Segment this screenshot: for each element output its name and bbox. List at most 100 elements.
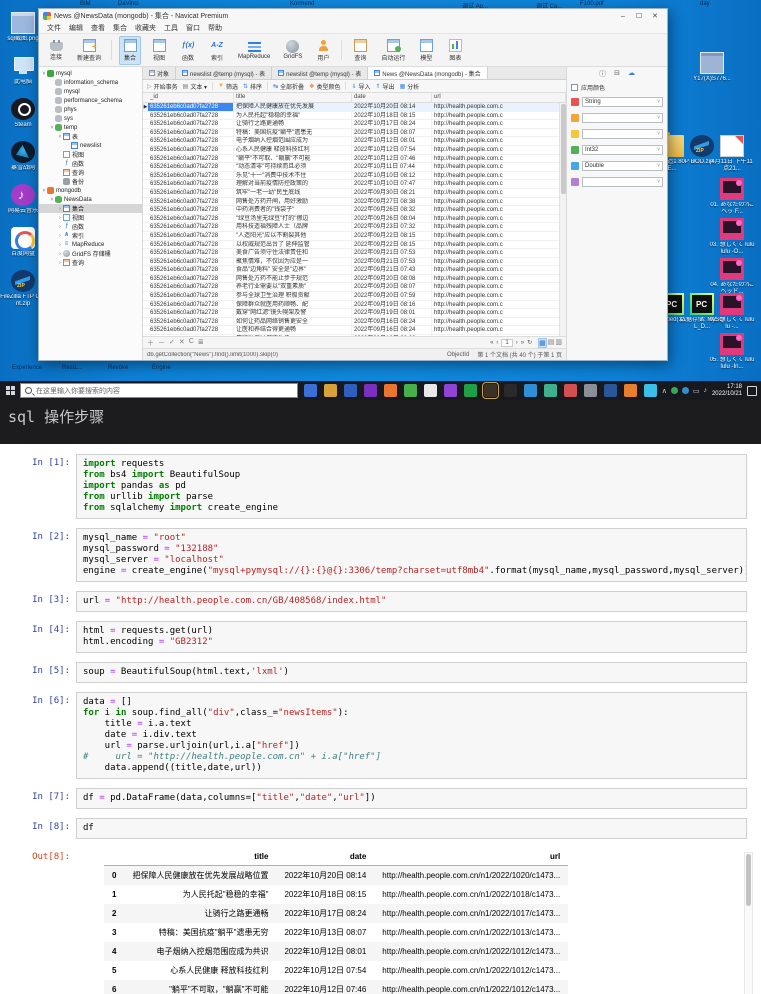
panel-icon-0[interactable]: ⓘ: [599, 69, 606, 79]
cell-title[interactable]: 中药消费者的"钱袋子": [234, 206, 352, 214]
maximize-button[interactable]: ☐: [631, 12, 647, 20]
menu-窗口[interactable]: 窗口: [186, 23, 200, 33]
cell-id[interactable]: 635261eb6c0ad07fa2728: [148, 214, 234, 223]
cell-date[interactable]: 2022年10月12日 07:54: [352, 145, 432, 154]
cell-id[interactable]: 635261eb6c0ad07fa2728: [148, 197, 234, 206]
cell-id[interactable]: 635261eb6c0ad07fa2728: [148, 163, 234, 171]
panel-icon-1[interactable]: ⊟: [614, 69, 620, 79]
code-area[interactable]: data = [] for i in soup.find_all("div",cl…: [76, 692, 747, 779]
table-row[interactable]: 635261eb6c0ad07fa2728 以权威规范出台了 延伸监管 2022年0…: [143, 240, 566, 250]
menu-工具[interactable]: 工具: [164, 23, 178, 33]
cell-title[interactable]: 聚焦情难，不仅因为应是一: [234, 257, 352, 266]
taskbar-app-icon[interactable]: [482, 382, 499, 399]
table-row[interactable]: 635261eb6c0ad07fa2728 美食广告须守住法律责任和 2022年09…: [143, 249, 566, 258]
tab-News @NewsData (mongodb) - 集合[interactable]: News @NewsData (mongodb) - 集合: [368, 67, 488, 79]
column-header-_id[interactable]: _id: [148, 93, 234, 102]
tree-item-集合[interactable]: › 集合: [39, 204, 142, 213]
tree-item-索引[interactable]: ›索引: [39, 231, 142, 241]
code-cell[interactable]: In [7]: df = pd.DataFrame(data,columns=["…: [14, 788, 747, 809]
tree-item-performance_schema[interactable]: performance_schema: [39, 96, 142, 105]
code-area[interactable]: url = "http://health.people.com.cn/GB/40…: [76, 591, 747, 612]
cell-id[interactable]: 635261eb6c0ad07fa2728: [148, 292, 234, 300]
record-C-button[interactable]: C: [189, 338, 194, 348]
filterbar-排序-button[interactable]: ⇅ 排序: [243, 82, 262, 91]
column-header-title[interactable]: title: [234, 93, 352, 102]
tray-icon[interactable]: ♪: [703, 387, 707, 394]
cell-date[interactable]: 2022年10月13日 08:07: [352, 128, 432, 137]
tree-item-视图[interactable]: 视图: [39, 150, 142, 159]
toolbar-connect-button[interactable]: 连接: [45, 38, 67, 63]
tree-item-mysql[interactable]: ˅ mysql: [39, 69, 142, 78]
cell-date[interactable]: 2022年10月20日 08:14: [352, 103, 432, 111]
tree-item-sys[interactable]: sys: [39, 114, 142, 123]
cell-date[interactable]: 2022年09月26日 08:32: [352, 206, 432, 214]
menu-帮助[interactable]: 帮助: [208, 23, 222, 33]
filterbar-开始事务-button[interactable]: ▷ 开始事务: [147, 82, 178, 91]
desktop-icon-album[interactable]: 03. 想しくて lulululu -O...: [709, 218, 755, 256]
taskbar-app-icon[interactable]: [544, 384, 557, 397]
cell-id[interactable]: 635261eb6c0ad07fa2728: [148, 249, 234, 257]
table-row[interactable]: 635261eb6c0ad07fa2728 电子烟纳入控烟范围应成为 2022年10…: [143, 137, 566, 146]
navicat-titlebar[interactable]: News @NewsData (mongodb) - 集合 - Navicat …: [39, 9, 667, 23]
minimize-button[interactable]: –: [615, 13, 631, 20]
table-row[interactable]: 635261eb6c0ad07fa2728 为人民托起"稳稳的幸福" 2022年10…: [143, 111, 566, 121]
tree-item-视图[interactable]: › 视图: [39, 213, 142, 222]
panel-icon-2[interactable]: ☁: [628, 69, 635, 79]
code-area[interactable]: html = requests.get(url) html.encoding = …: [76, 621, 747, 653]
cell-title[interactable]: 如何让药品网络销售更安全: [234, 317, 352, 326]
cell-url[interactable]: http://health.people.com.c: [432, 120, 566, 128]
taskbar-app-icon[interactable]: [424, 384, 437, 397]
cell-date[interactable]: 2022年09月20日 08:08: [352, 274, 432, 283]
desktop-icon-doc[interactable]: 4月11日 下午11点21...: [709, 135, 755, 173]
cell-title[interactable]: 让医和养结合得更通畅: [234, 326, 352, 335]
code-area[interactable]: df = pd.DataFrame(data,columns=["title",…: [76, 788, 747, 809]
desktop-icon-album[interactable]: 02. 想しくて lululu -...: [709, 293, 755, 331]
tree-item-temp[interactable]: ˅ temp: [39, 123, 142, 132]
code-cell[interactable]: In [2]: mysql_name = "root" mysql_password…: [14, 528, 747, 582]
cell-title[interactable]: 特稿：美国抗疫"躺平"遗患无: [234, 128, 352, 137]
desktop-icon-album[interactable]: 01. あなたの?にヘッ F...: [709, 178, 755, 216]
taskbar-app-icon[interactable]: [344, 384, 357, 397]
taskbar-clock[interactable]: 17:18 2022/10/21: [712, 384, 742, 398]
cell-url[interactable]: http://health.people.com.c: [432, 326, 566, 335]
cell-url[interactable]: http://health.people.com.c: [432, 197, 566, 206]
type-select[interactable]: Double ˅: [582, 161, 663, 171]
type-select[interactable]: ˅: [582, 177, 663, 187]
cell-date[interactable]: 2022年09月19日 08:16: [352, 300, 432, 309]
record-＋-button[interactable]: ＋: [147, 338, 154, 348]
cell-url[interactable]: http://health.people.com.c: [432, 249, 566, 257]
desktop-icon-album[interactable]: 05. 想しくて lulululu -In...: [709, 333, 755, 371]
tray-icon[interactable]: [681, 387, 689, 394]
menu-查看[interactable]: 查看: [91, 23, 105, 33]
action-center-icon[interactable]: [747, 385, 757, 396]
cell-url[interactable]: http://health.people.com.c: [432, 180, 566, 188]
table-row[interactable]: 635261eb6c0ad07fa2728 戴穿"网红滤"镜头幌架及警 2022年0…: [143, 309, 566, 318]
cell-url[interactable]: http://health.people.com.c: [432, 163, 566, 171]
type-select[interactable]: Int32 ˅: [582, 145, 663, 155]
taskbar-app-icon[interactable]: [444, 384, 457, 397]
table-row[interactable]: 635261eb6c0ad07fa2728用行动倡导健康生活2022年09月16…: [143, 335, 566, 336]
code-cell[interactable]: In [1]: import requests from bs4 import Be…: [14, 454, 747, 519]
cell-date[interactable]: 2022年09月16日 08:24: [352, 326, 432, 335]
cell-title[interactable]: 戴穿"网红滤"镜头幌架及警: [234, 309, 352, 317]
tray-icon[interactable]: ∧: [662, 387, 667, 395]
cell-id[interactable]: 635261eb6c0ad07fa2728: [148, 231, 234, 240]
cell-url[interactable]: http://health.people.com.c: [432, 171, 566, 180]
record-✕-button[interactable]: ✕: [179, 338, 185, 348]
cell-title[interactable]: 参与全球卫生治理 积极贡献: [234, 292, 352, 300]
taskbar-app-icon[interactable]: [584, 384, 597, 397]
cell-date[interactable]: 2022年09月26日 08:04: [352, 214, 432, 223]
toolbar-mapreduce-button[interactable]: MapReduce: [235, 38, 273, 62]
cell-title[interactable]: "绿豆汤里无绿豆"打的"擦边: [234, 214, 352, 223]
cell-title[interactable]: 用行动倡导健康生活: [234, 335, 352, 336]
pagination-1[interactable]: 1: [501, 338, 513, 347]
toolbar-model-button[interactable]: 模型: [415, 37, 437, 64]
toolbar-user-button[interactable]: 用户: [312, 37, 334, 64]
table-row[interactable]: 635261eb6c0ad07fa2728 中药消费者的"钱袋子" 2022年09月…: [143, 206, 566, 215]
cell-title[interactable]: 美食广告须守住法律责任和: [234, 249, 352, 257]
cell-title[interactable]: 网售处方药不能止步于规范: [234, 274, 352, 283]
filterbar-文本 ▾-button[interactable]: ▤ 文本 ▾: [183, 82, 207, 91]
table-row[interactable]: 635261eb6c0ad07fa2728 参与全球卫生治理 积极贡献 2022年0…: [143, 292, 566, 301]
cell-url[interactable]: http://health.people.com.c: [432, 317, 566, 326]
cell-date[interactable]: 2022年09月16日 08:22: [352, 335, 432, 336]
